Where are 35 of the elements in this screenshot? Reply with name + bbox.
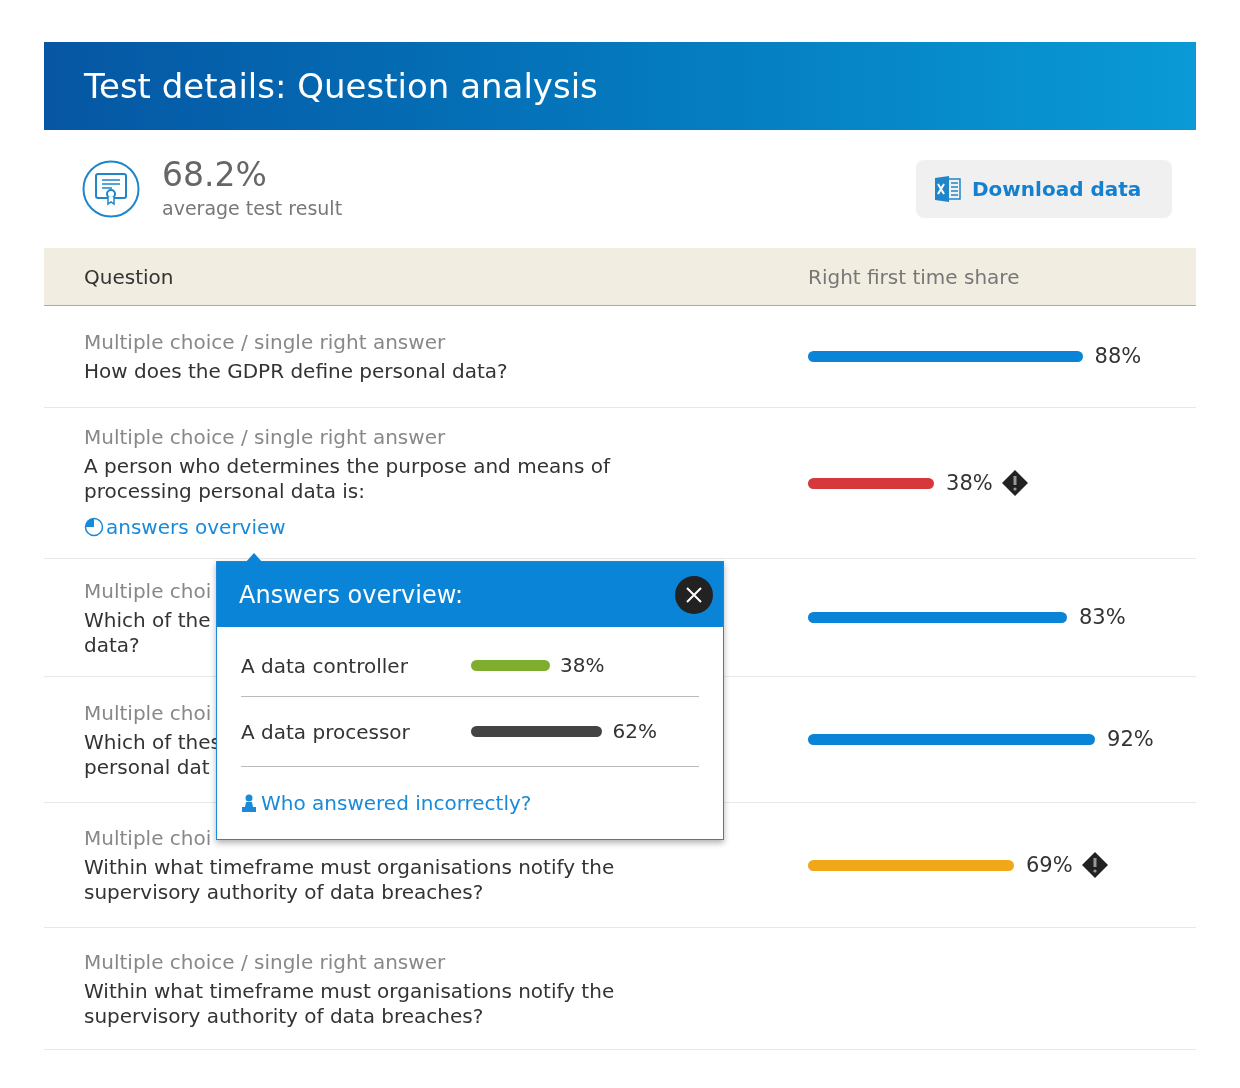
share-value: 83%: [1078, 604, 1126, 631]
answer-label: A data controller: [241, 652, 409, 680]
score-caption: average test result: [162, 195, 343, 221]
answers-overview-link[interactable]: answers overview: [84, 512, 286, 542]
page-title: Test details: Question analysis: [84, 64, 598, 108]
pie-chart-icon: [84, 517, 104, 537]
question-type: Multiple choi: [84, 699, 212, 726]
download-button[interactable]: Download data: [916, 160, 1172, 218]
close-button[interactable]: [675, 575, 713, 614]
question-type: Multiple choi: [84, 825, 212, 851]
question-text: Which of the data?: [84, 607, 211, 658]
share-value: 88%: [1094, 343, 1142, 370]
answer-label: A data processor: [241, 718, 411, 746]
score-value: 68.2%: [162, 155, 268, 194]
popover-title: Answers overview:: [239, 579, 464, 611]
question-type: Multiple choice / single right answer: [84, 424, 446, 450]
who-answered-link[interactable]: Who answered incorrectly?: [241, 767, 532, 839]
share-value: 69%: [1025, 851, 1073, 879]
question-type: Multiple choice / single right answer: [84, 329, 446, 355]
question-type: Multiple choice / single right answer: [84, 948, 446, 975]
share-value: 38%: [946, 469, 993, 497]
question-text: Within what timeframe must organisations notify the supervisory authority of data breaches?: [84, 855, 615, 905]
column-header: Question: [84, 263, 175, 291]
share-value: 92%: [1107, 726, 1154, 753]
spreadsheet-icon: [934, 175, 962, 203]
person-icon: [241, 794, 257, 812]
close-icon: [685, 585, 703, 604]
question-text: How does the GDPR define personal data?: [84, 359, 508, 384]
answer-share: 62%: [612, 718, 657, 745]
certificate-icon: [82, 160, 140, 218]
column-header: Right first time share: [808, 263, 1020, 291]
question-text: A person who determines the purpose and means of processing personal data is:: [84, 454, 610, 504]
question-type: Multiple choi: [84, 577, 212, 604]
question-text: Within what timeframe must organisations notify the supervisory authority of data breaches?: [84, 978, 615, 1029]
answer-share: 38%: [560, 652, 605, 679]
